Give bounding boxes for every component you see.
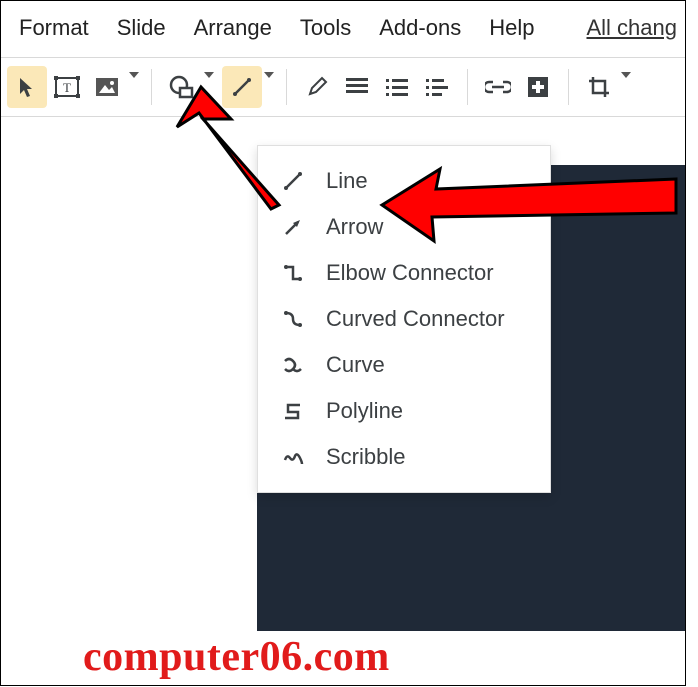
annotation-arrow-2 [376, 161, 686, 261]
add-button[interactable] [518, 66, 558, 108]
cursor-icon [17, 76, 37, 98]
menu-format[interactable]: Format [5, 11, 103, 45]
align-button[interactable] [337, 66, 377, 108]
menu-item-scribble[interactable]: Scribble [258, 434, 550, 480]
curved-connector-icon [280, 306, 306, 332]
plus-box-icon [527, 76, 549, 98]
annotation-arrow-1 [171, 79, 301, 219]
textbox-icon: T [54, 75, 80, 99]
crop-icon [588, 76, 610, 98]
menu-item-curve[interactable]: Curve [258, 342, 550, 388]
menu-item-label: Line [326, 168, 368, 194]
menu-slide[interactable]: Slide [103, 11, 180, 45]
image-tool-button[interactable] [87, 66, 127, 108]
elbow-icon [280, 260, 306, 286]
list2-button[interactable] [417, 66, 457, 108]
polyline-icon [280, 398, 306, 424]
chevron-down-icon [621, 78, 631, 96]
list2-icon [426, 78, 448, 96]
textbox-tool-button[interactable]: T [47, 66, 87, 108]
menubar: Format Slide Arrange Tools Add-ons Help … [1, 1, 685, 57]
menu-addons[interactable]: Add-ons [365, 11, 475, 45]
menu-item-label: Polyline [326, 398, 403, 424]
link-icon [485, 80, 511, 94]
separator [568, 69, 569, 105]
separator [151, 69, 152, 105]
menu-item-label: Scribble [326, 444, 405, 470]
watermark: computer06.com [83, 633, 390, 681]
all-changes-saved[interactable]: All chang [586, 15, 681, 41]
pen-tool-button[interactable] [297, 66, 337, 108]
list-icon [386, 78, 408, 96]
link-button[interactable] [478, 66, 518, 108]
menu-item-polyline[interactable]: Polyline [258, 388, 550, 434]
curve-icon [280, 352, 306, 378]
select-tool-button[interactable] [7, 66, 47, 108]
separator [467, 69, 468, 105]
menu-item-curved-connector[interactable]: Curved Connector [258, 296, 550, 342]
chevron-down-icon [129, 78, 139, 96]
app-window: Format Slide Arrange Tools Add-ons Help … [0, 0, 686, 686]
menu-item-label: Curve [326, 352, 385, 378]
pen-icon [306, 76, 328, 98]
align-icon [346, 78, 368, 96]
scribble-icon [280, 444, 306, 470]
image-icon [95, 77, 119, 97]
canvas-area: Line Arrow Elbow Connector Curved Connec… [1, 109, 685, 685]
list1-button[interactable] [377, 66, 417, 108]
toolbar: T [1, 57, 685, 117]
menu-item-label: Elbow Connector [326, 260, 494, 286]
crop-button[interactable] [579, 66, 619, 108]
menu-item-label: Curved Connector [326, 306, 505, 332]
svg-text:T: T [63, 80, 71, 95]
menu-item-label: Arrow [326, 214, 383, 240]
menu-tools[interactable]: Tools [286, 11, 365, 45]
menu-arrange[interactable]: Arrange [180, 11, 286, 45]
menu-help[interactable]: Help [475, 11, 548, 45]
